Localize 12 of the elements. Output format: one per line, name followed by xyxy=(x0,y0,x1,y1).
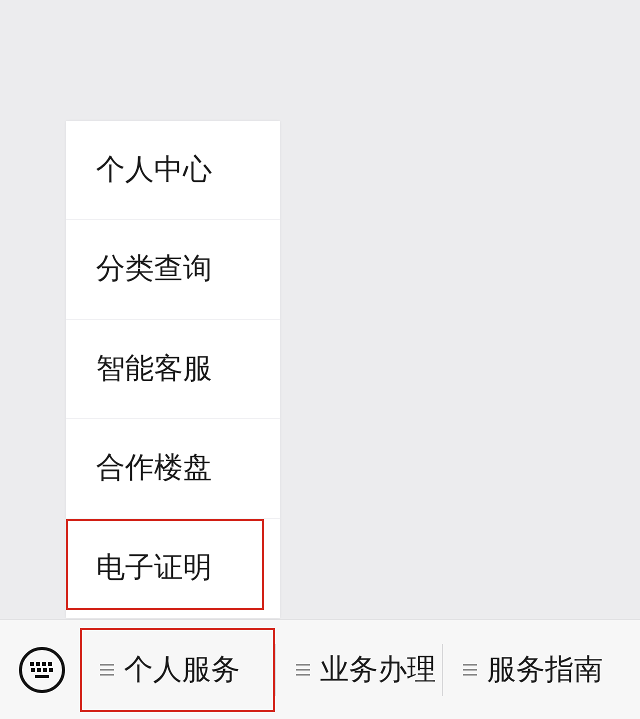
menu-item[interactable]: 分类查询 xyxy=(66,220,280,320)
menu-item[interactable]: 智能客服 xyxy=(66,320,280,419)
menu-icon xyxy=(100,664,114,676)
menu-icon xyxy=(296,664,310,676)
menu-tab[interactable]: 服务指南 xyxy=(443,628,609,712)
menu-tab[interactable]: 业务办理 xyxy=(276,628,442,712)
menu-item[interactable]: 个人中心 xyxy=(66,120,280,220)
menu-item[interactable]: 合作楼盘 xyxy=(66,419,280,518)
menu-icon xyxy=(463,664,477,676)
keyboard-icon[interactable] xyxy=(18,646,66,694)
menu-tab[interactable]: 个人服务 xyxy=(80,628,275,712)
menu-item[interactable]: 电子证明 xyxy=(66,518,280,618)
